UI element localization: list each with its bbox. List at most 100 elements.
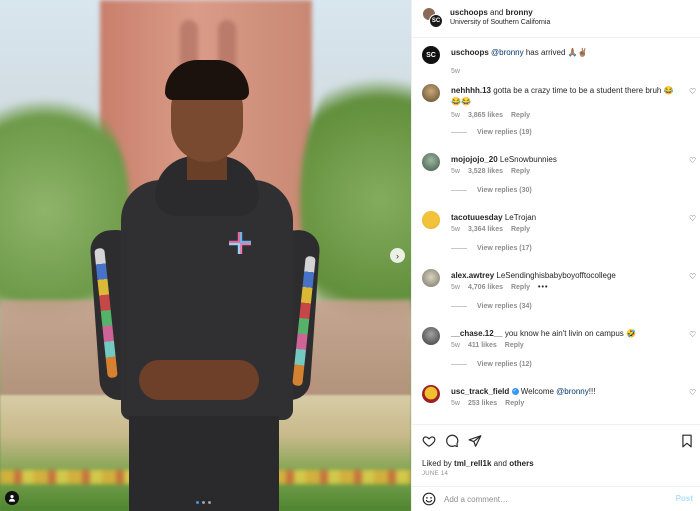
heart-icon[interactable]: ♡ bbox=[689, 389, 697, 397]
comment-username[interactable]: tacotuuesday bbox=[451, 213, 503, 222]
carousel-dot bbox=[202, 501, 205, 504]
heart-icon[interactable]: ♡ bbox=[689, 273, 697, 281]
comment-likes[interactable]: 3,364 likes bbox=[468, 226, 503, 233]
reply-button[interactable]: Reply bbox=[505, 342, 524, 349]
tagged-users-button[interactable] bbox=[5, 491, 19, 505]
reply-button[interactable]: Reply bbox=[511, 226, 530, 233]
view-replies-button[interactable]: View replies (30) bbox=[451, 187, 532, 194]
liked-by-prefix: Liked by bbox=[422, 459, 455, 468]
avatar[interactable] bbox=[422, 385, 440, 403]
author-conjunction: and bbox=[490, 8, 504, 17]
comment-text: LeSendinghisbabyboyofftocollege bbox=[496, 271, 616, 280]
person-in-hoodie bbox=[89, 60, 321, 511]
post-photo[interactable]: › bbox=[0, 0, 411, 511]
comment-body: usc_track_field ✓ Welcome @bronny!!! bbox=[451, 386, 681, 397]
clasped-hands bbox=[139, 360, 259, 400]
add-comment-bar: Post bbox=[412, 486, 700, 511]
comment-time: 5w bbox=[451, 168, 460, 175]
comment-username[interactable]: uschoops bbox=[451, 48, 489, 57]
comment-likes[interactable]: 4,706 likes bbox=[468, 284, 503, 291]
comment-likes[interactable]: 411 likes bbox=[468, 342, 497, 349]
reply-button[interactable]: Reply bbox=[511, 168, 530, 175]
comment-username[interactable]: usc_track_field bbox=[451, 387, 509, 396]
reply-button[interactable]: Reply bbox=[505, 400, 524, 407]
comment-likes[interactable]: 3,528 likes bbox=[468, 168, 503, 175]
comment-username[interactable]: nehhhh.13 bbox=[451, 86, 491, 95]
comment-time: 5w bbox=[451, 400, 460, 407]
comment-text: Welcome bbox=[520, 387, 557, 396]
divider bbox=[451, 364, 467, 365]
post-authors: uschoops and bronny bbox=[450, 8, 533, 17]
sweatpants bbox=[129, 416, 279, 511]
view-replies-button[interactable]: View replies (12) bbox=[451, 361, 532, 368]
post-date[interactable]: JUNE 14 bbox=[422, 471, 448, 477]
carousel-dot-active bbox=[196, 501, 199, 504]
more-options-button[interactable]: ••• bbox=[538, 284, 548, 291]
mention-link[interactable]: @bronny bbox=[491, 48, 524, 57]
view-replies-button[interactable]: View replies (34) bbox=[451, 303, 532, 310]
liked-by: Liked by tml_rell1k and others bbox=[422, 459, 534, 468]
chevron-right-icon: › bbox=[396, 250, 399, 261]
comment-likes[interactable]: 253 likes bbox=[468, 400, 497, 407]
comment-meta: 5w bbox=[451, 68, 460, 75]
heart-icon[interactable] bbox=[422, 434, 436, 448]
avatar[interactable] bbox=[422, 84, 440, 102]
author-link[interactable]: bronny bbox=[506, 8, 533, 17]
comment-text: LeSnowbunnies bbox=[499, 155, 557, 164]
collab-avatars[interactable]: SC bbox=[422, 7, 444, 29]
comment-username[interactable]: mojojojo_20 bbox=[451, 155, 498, 164]
avatar-logo-text: SC bbox=[431, 18, 441, 24]
liked-by-middle: and bbox=[491, 459, 510, 468]
mention-link[interactable]: @bronny bbox=[556, 387, 589, 396]
view-replies-button[interactable]: View replies (19) bbox=[451, 129, 532, 136]
avatar[interactable] bbox=[422, 327, 440, 345]
comment-time: 5w bbox=[451, 226, 460, 233]
comment-body: tacotuuesday LeTrojan bbox=[451, 212, 681, 223]
verified-badge-icon: ✓ bbox=[511, 388, 519, 396]
comment-likes[interactable]: 3,865 likes bbox=[468, 112, 503, 119]
view-replies-label: View replies (12) bbox=[477, 361, 532, 368]
liked-by-others[interactable]: others bbox=[509, 459, 533, 468]
divider bbox=[451, 132, 467, 133]
comment-meta: 5w 253 likes Reply bbox=[451, 400, 524, 407]
comment-meta: 5w 3,364 likes Reply bbox=[451, 226, 530, 233]
location-link[interactable]: University of Southern California bbox=[450, 19, 550, 26]
avatar[interactable] bbox=[422, 211, 440, 229]
avatar[interactable] bbox=[422, 269, 440, 287]
view-replies-button[interactable]: View replies (17) bbox=[451, 245, 532, 252]
comment-meta: 5w 3,528 likes Reply bbox=[451, 168, 530, 175]
comment-icon[interactable] bbox=[445, 434, 459, 448]
comment-username[interactable]: __chase.12__ bbox=[451, 329, 503, 338]
divider bbox=[451, 248, 467, 249]
view-replies-label: View replies (30) bbox=[477, 187, 532, 194]
avatar-bronny[interactable]: SC bbox=[429, 14, 443, 28]
comments-list[interactable]: SC uschoops @bronny has arrived 🙏🏽✌🏽 5w … bbox=[412, 38, 700, 424]
comment-time: 5w bbox=[451, 342, 460, 349]
carousel-indicator bbox=[196, 501, 211, 504]
paper-plane-icon[interactable] bbox=[468, 434, 482, 448]
post-comment-button[interactable]: Post bbox=[676, 494, 693, 503]
comment-body: alex.awtrey LeSendinghisbabyboyofftocoll… bbox=[451, 270, 681, 281]
avatar[interactable] bbox=[422, 153, 440, 171]
heart-icon[interactable]: ♡ bbox=[689, 88, 697, 96]
avatar[interactable]: SC bbox=[422, 46, 440, 64]
comment-username[interactable]: alex.awtrey bbox=[451, 271, 494, 280]
heart-icon[interactable]: ♡ bbox=[689, 157, 697, 165]
comment-meta: 5w 4,706 likes Reply ••• bbox=[451, 284, 548, 291]
comment-body: nehhhh.13 gotta be a crazy time to be a … bbox=[451, 85, 681, 107]
heart-icon[interactable]: ♡ bbox=[689, 331, 697, 339]
liked-by-user[interactable]: tml_rell1k bbox=[454, 459, 491, 468]
comment-time: 5w bbox=[451, 112, 460, 119]
comment-input[interactable] bbox=[444, 491, 664, 507]
view-replies-label: View replies (34) bbox=[477, 303, 532, 310]
author-link[interactable]: uschoops bbox=[450, 8, 488, 17]
smiley-icon[interactable] bbox=[422, 492, 436, 506]
heart-icon[interactable]: ♡ bbox=[689, 215, 697, 223]
bookmark-icon[interactable] bbox=[680, 434, 694, 448]
reply-button[interactable]: Reply bbox=[511, 284, 530, 291]
user-tag-icon bbox=[8, 494, 16, 502]
comment-text: you know he ain't livin on campus 🤣 bbox=[504, 329, 636, 338]
next-photo-button[interactable]: › bbox=[390, 248, 405, 263]
reply-button[interactable]: Reply bbox=[511, 112, 530, 119]
comment-time: 5w bbox=[451, 68, 460, 75]
